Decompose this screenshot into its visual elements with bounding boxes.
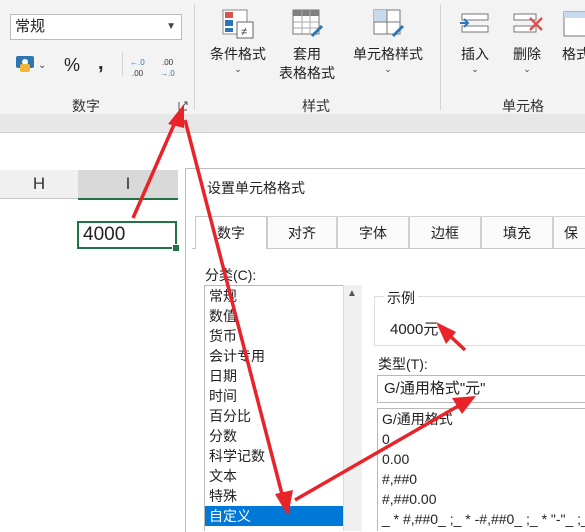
list-item[interactable]: 数值 [205,306,343,326]
sample-value: 4000元 [390,321,439,338]
increase-decimal-button[interactable]: ←.0 .00 [130,55,152,84]
group-label-cells: 单元格 [502,98,544,114]
svg-text:←.0: ←.0 [130,58,145,67]
svg-text:≠: ≠ [241,26,247,38]
type-label: 类型(T): [378,356,428,372]
chevron-down-icon: ⌄ [523,64,531,74]
insert-button[interactable]: 插入 ⌄ [448,6,502,75]
chevron-up-icon[interactable]: ▲ [343,288,361,299]
sample-label: 示例 [384,288,418,308]
decrease-decimal-icon: .00 →.0 [160,58,175,78]
format-as-table-label-2: 表格格式 [279,65,335,81]
column-header-h[interactable]: H [0,170,79,199]
cell-styles-label: 单元格样式 [353,46,423,62]
category-list[interactable]: 常规 数值 货币 会计专用 日期 时间 百分比 分数 科学记数 文本 特殊 自定… [204,285,344,531]
group-label-number: 数字 [72,98,100,114]
svg-text:.00: .00 [132,69,144,78]
category-scrollbar[interactable] [343,285,362,531]
list-item[interactable]: 科学记数 [205,446,343,466]
delete-label: 删除 [513,46,541,62]
chevron-down-icon: ⌄ [325,70,333,80]
list-item[interactable]: 分数 [205,426,343,446]
dialog-tabs: 数字 对齐 字体 边框 填充 保 [192,216,585,249]
tab-alignment[interactable]: 对齐 [267,216,337,248]
svg-text:⌄: ⌄ [38,60,46,71]
list-item[interactable]: 会计专用 [205,346,343,366]
chevron-down-icon: ▼ [166,21,176,32]
cell-styles-icon [373,9,405,38]
format-as-table-button[interactable]: 套用 表格格式 [270,6,344,83]
list-item[interactable]: 百分比 [205,406,343,426]
tab-protection[interactable]: 保 [553,216,585,248]
delete-icon [513,13,543,33]
separator [122,52,123,76]
list-item[interactable]: #,##0.00 [378,489,585,509]
cell-styles-button[interactable]: 单元格样式 ⌄ [346,6,430,75]
conditional-formatting-label: 条件格式 [210,46,266,62]
list-item[interactable]: _ * #,##0_ ;_ * -#,##0_ ;_ * "-"_ ;_ @_ [378,509,585,529]
list-item[interactable]: 0 [378,429,585,449]
type-list[interactable]: G/通用格式 0 0.00 #,##0 #,##0.00 _ * #,##0_ … [377,408,585,531]
chevron-down-icon: ⌄ [384,64,392,74]
format-button[interactable]: 格式 [556,6,585,64]
category-label: 分类(C): [205,267,257,283]
svg-text:.00: .00 [162,58,174,67]
comma-style-button[interactable]: , [98,52,104,80]
tab-number[interactable]: 数字 [195,216,267,249]
list-item[interactable]: 文本 [205,466,343,486]
insert-icon [460,13,489,33]
currency-icon: ⌄ [16,56,46,72]
type-input[interactable]: G/通用格式"元" [377,375,585,403]
format-label: 格式 [562,46,585,62]
list-item[interactable]: 货币 [205,326,343,346]
percent-style-button[interactable]: % [64,55,80,83]
format-as-table-label-1: 套用 [293,46,321,62]
list-item[interactable]: #,##0 [378,469,585,489]
group-label-styles: 样式 [302,98,330,114]
chevron-down-icon: ⌄ [471,64,479,74]
separator [440,4,441,110]
insert-label: 插入 [461,46,489,62]
dialog-title: 设置单元格格式 [207,180,305,196]
decrease-decimal-button[interactable]: .00 →.0 [160,55,182,84]
list-item-selected[interactable]: 自定义 [205,506,343,526]
arrow-cell-to-launcher [131,119,178,219]
list-item[interactable]: 时间 [205,386,343,406]
dialog-launcher-icon[interactable] [178,98,188,111]
chevron-down-icon: ⌄ [234,64,242,74]
list-item[interactable]: 日期 [205,366,343,386]
fill-handle[interactable] [172,244,180,252]
format-icon [563,11,585,37]
tab-fill[interactable]: 填充 [481,216,553,248]
increase-decimal-icon: ←.0 .00 [130,58,145,78]
conditional-formatting-button[interactable]: ≠ 条件格式 ⌄ [203,6,273,75]
tab-border[interactable]: 边框 [409,216,481,248]
list-item[interactable]: 常规 [205,286,343,306]
formula-area-band [0,114,585,133]
delete-button[interactable]: 删除 ⌄ [502,6,552,75]
column-header-i[interactable]: I [78,170,178,200]
number-format-dropdown[interactable]: 常规 ▼ [10,14,182,40]
list-item[interactable]: 0.00 [378,449,585,469]
selected-cell[interactable]: 4000 [77,221,177,249]
tab-font[interactable]: 字体 [337,216,409,248]
separator [194,4,195,110]
conditional-formatting-icon: ≠ [222,9,254,39]
number-format-value: 常规 [15,18,46,35]
svg-text:→.0: →.0 [160,69,175,78]
list-item[interactable]: 特殊 [205,486,343,506]
format-as-table-icon [292,9,324,38]
list-item[interactable]: G/通用格式 [378,409,585,429]
accounting-format-button[interactable]: ⌄ [14,50,48,78]
